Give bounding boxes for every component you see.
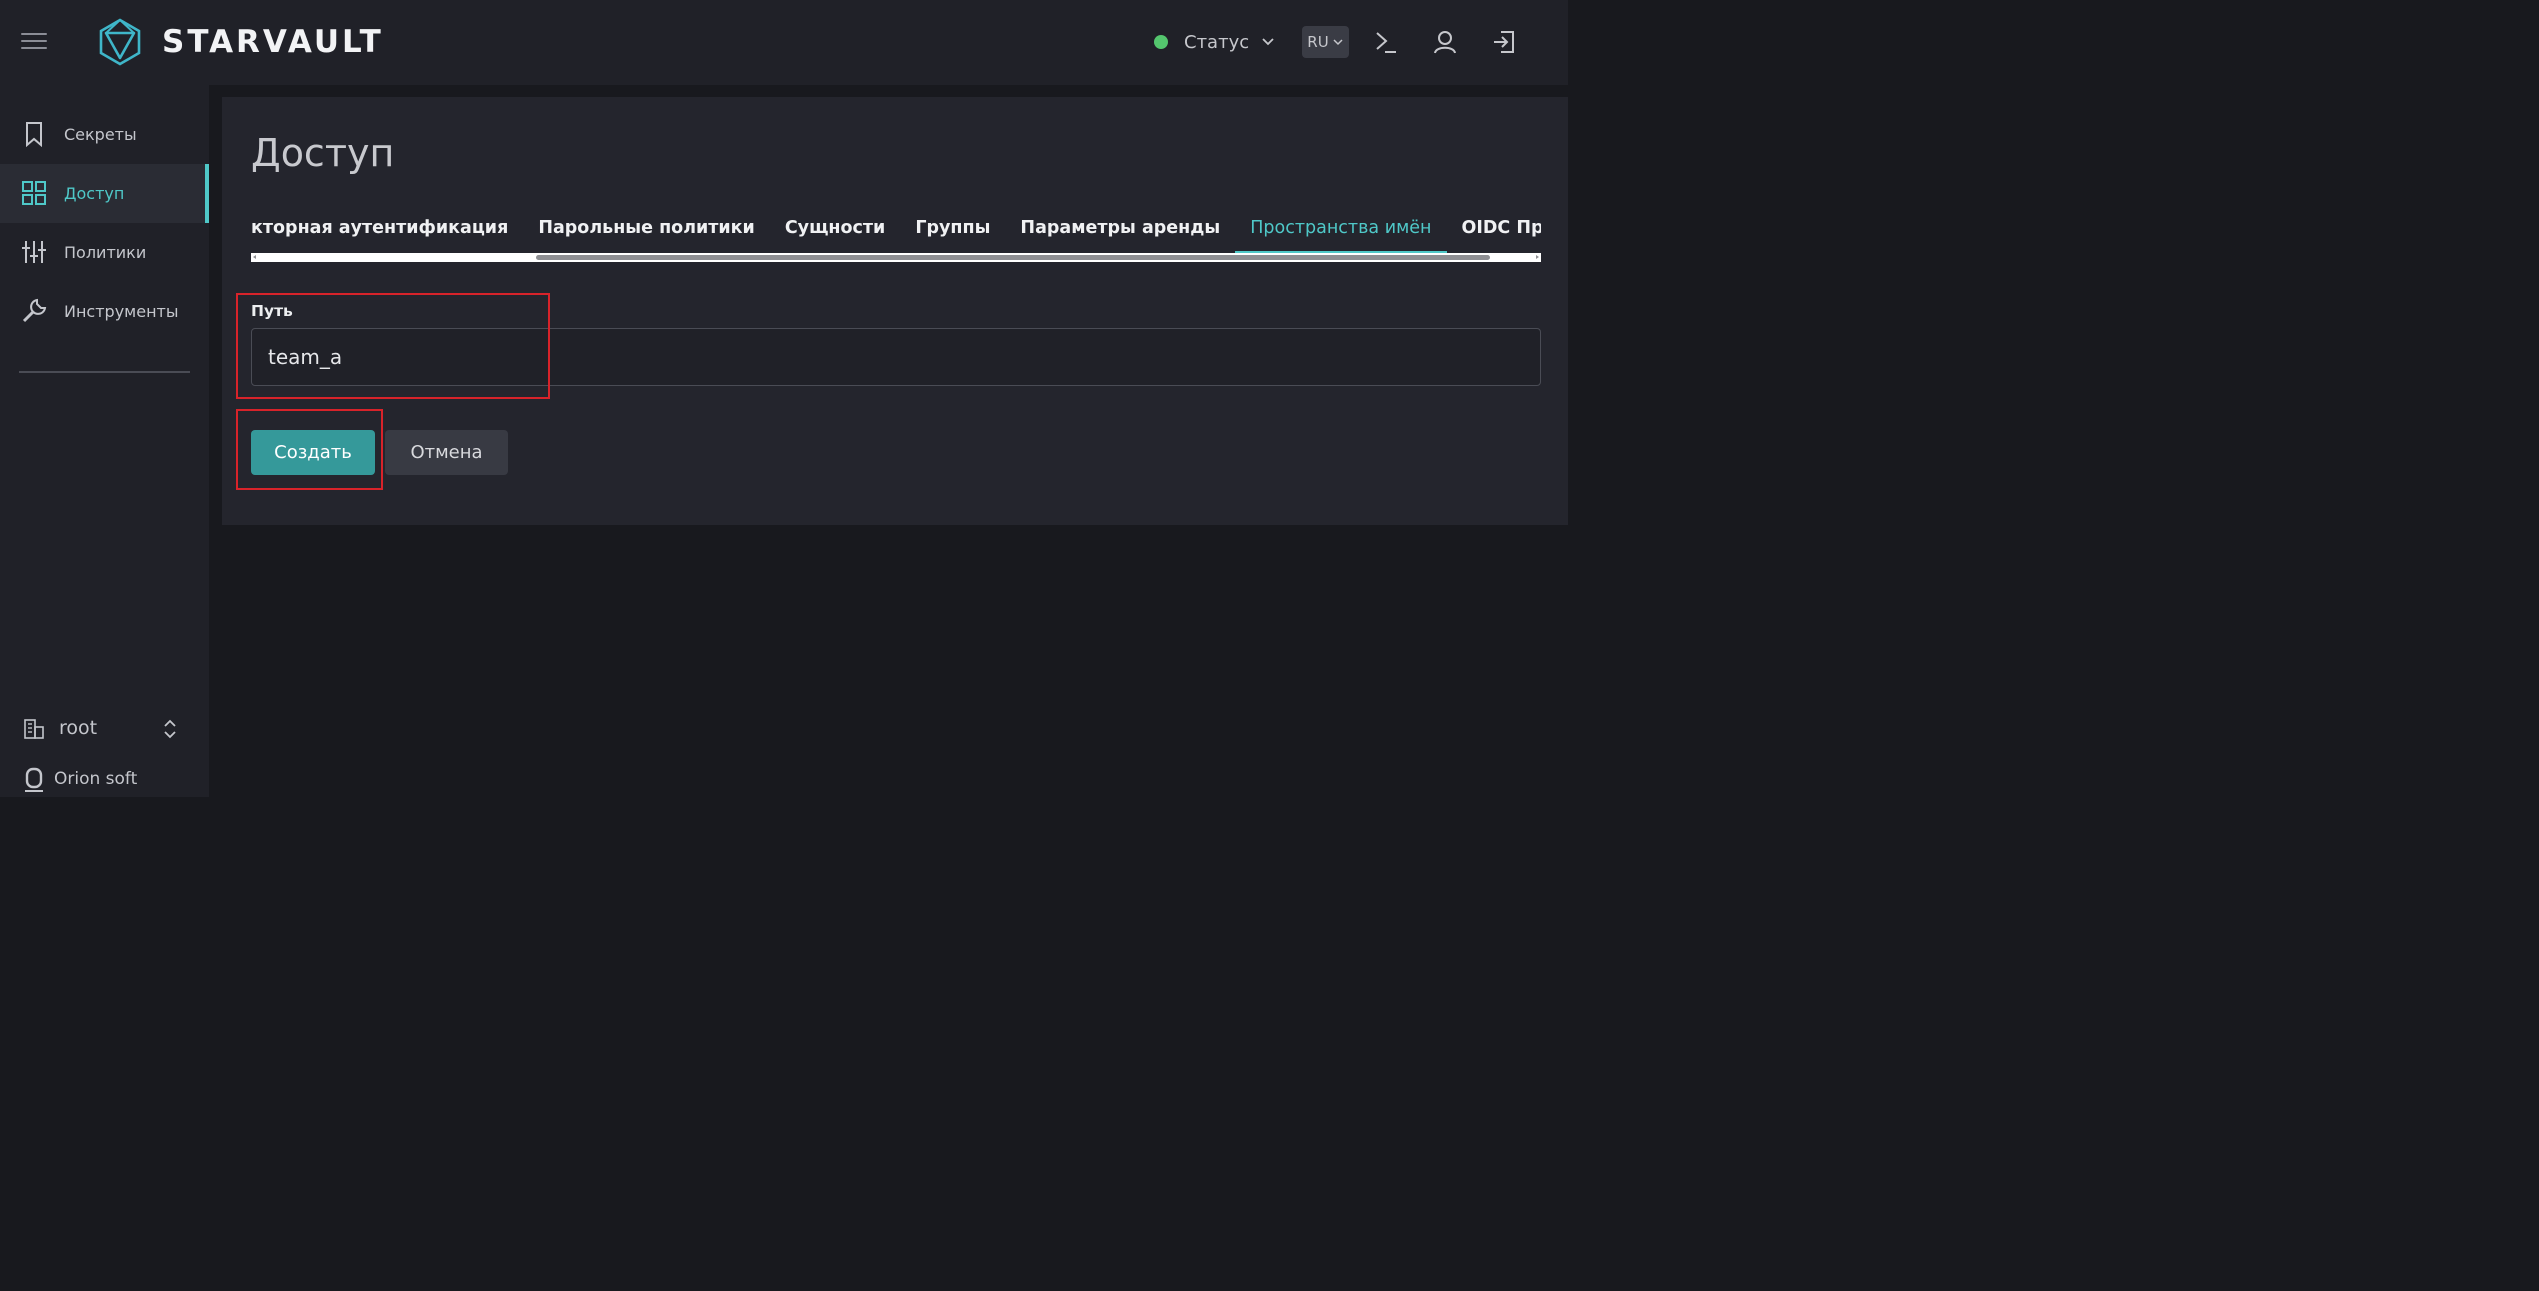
sidebar-item-policies[interactable]: Политики <box>0 223 209 282</box>
grid-icon <box>22 181 46 205</box>
chevron-down-icon <box>1333 39 1343 46</box>
tab-entities[interactable]: Сущности <box>770 202 901 254</box>
user-icon[interactable] <box>1432 29 1458 55</box>
tab-leases[interactable]: Параметры аренды <box>1005 202 1235 254</box>
sidebar: Секреты Доступ Политики Инструменты root… <box>0 85 209 797</box>
path-label: Путь <box>251 302 293 320</box>
sidebar-item-label: Политики <box>64 243 147 262</box>
status-indicator <box>1154 35 1168 49</box>
building-icon <box>24 719 44 739</box>
path-input[interactable] <box>251 328 1541 386</box>
org-label: Orion soft <box>54 769 138 789</box>
language-select[interactable]: RU <box>1302 26 1349 58</box>
chevron-up-down-icon <box>164 719 176 739</box>
language-label: RU <box>1307 33 1329 51</box>
sidebar-item-access[interactable]: Доступ <box>0 164 209 223</box>
org-info: Orion soft <box>0 763 209 797</box>
sidebar-item-secrets[interactable]: Секреты <box>0 105 209 164</box>
status-dropdown[interactable]: Статус <box>1154 30 1275 54</box>
tab-password-policies[interactable]: Парольные политики <box>523 202 770 254</box>
namespace-switcher[interactable]: root <box>0 709 209 749</box>
sliders-icon <box>22 241 46 263</box>
namespace-label: root <box>59 717 98 739</box>
terminal-icon[interactable] <box>1373 29 1399 55</box>
tab-bar: кторная аутентификация Парольные политик… <box>251 202 1541 254</box>
scroll-right-icon[interactable] <box>1536 255 1539 259</box>
tab-namespaces[interactable]: Пространства имён <box>1235 202 1447 254</box>
logout-icon[interactable] <box>1491 29 1517 55</box>
tab-scrollbar[interactable] <box>251 253 1541 262</box>
cancel-button[interactable]: Отмена <box>385 430 508 475</box>
logo-icon <box>99 18 141 66</box>
sidebar-item-label: Доступ <box>64 184 125 203</box>
scroll-left-icon[interactable] <box>253 255 256 259</box>
top-bar: STARVAULT Статус RU <box>0 0 1568 85</box>
sidebar-item-label: Инструменты <box>64 302 179 321</box>
sidebar-item-label: Секреты <box>64 125 137 144</box>
wrench-icon <box>22 298 47 323</box>
tab-oidc-providers[interactable]: OIDC Провай <box>1447 202 1542 254</box>
main-panel: Доступ кторная аутентификация Парольные … <box>222 97 1568 525</box>
logo-text: STARVAULT <box>162 24 384 60</box>
page-title: Доступ <box>251 131 395 175</box>
org-logo-icon <box>25 767 43 792</box>
tab-mfa[interactable]: кторная аутентификация <box>251 202 523 254</box>
tab-groups[interactable]: Группы <box>900 202 1005 254</box>
status-label: Статус <box>1184 31 1250 53</box>
sidebar-divider <box>19 371 190 373</box>
sidebar-item-tools[interactable]: Инструменты <box>0 282 209 341</box>
menu-icon[interactable] <box>21 33 47 51</box>
bookmark-icon <box>26 122 42 147</box>
tab-scrollbar-thumb[interactable] <box>536 255 1490 260</box>
create-button[interactable]: Создать <box>251 430 375 475</box>
chevron-down-icon <box>1262 38 1274 46</box>
